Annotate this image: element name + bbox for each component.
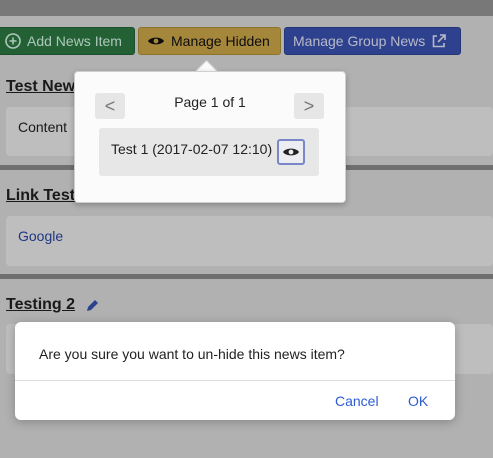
unhide-button[interactable] [277, 139, 305, 165]
eye-icon [282, 146, 300, 158]
cancel-button[interactable]: Cancel [335, 393, 379, 409]
dialog-divider [15, 380, 455, 381]
ok-button[interactable]: OK [408, 393, 428, 409]
confirm-dialog: Are you sure you want to un-hide this ne… [15, 322, 455, 420]
next-page-button[interactable]: > [294, 93, 324, 119]
next-page-label: > [303, 95, 315, 116]
hidden-item-label: Test 1 (2017-02-07 12:10) [111, 141, 273, 157]
hidden-items-popover: < Page 1 of 1 > Test 1 (2017-02-07 12:10… [74, 71, 346, 203]
confirm-message: Are you sure you want to un-hide this ne… [39, 346, 345, 362]
hidden-item-row: Test 1 (2017-02-07 12:10) [99, 128, 319, 176]
